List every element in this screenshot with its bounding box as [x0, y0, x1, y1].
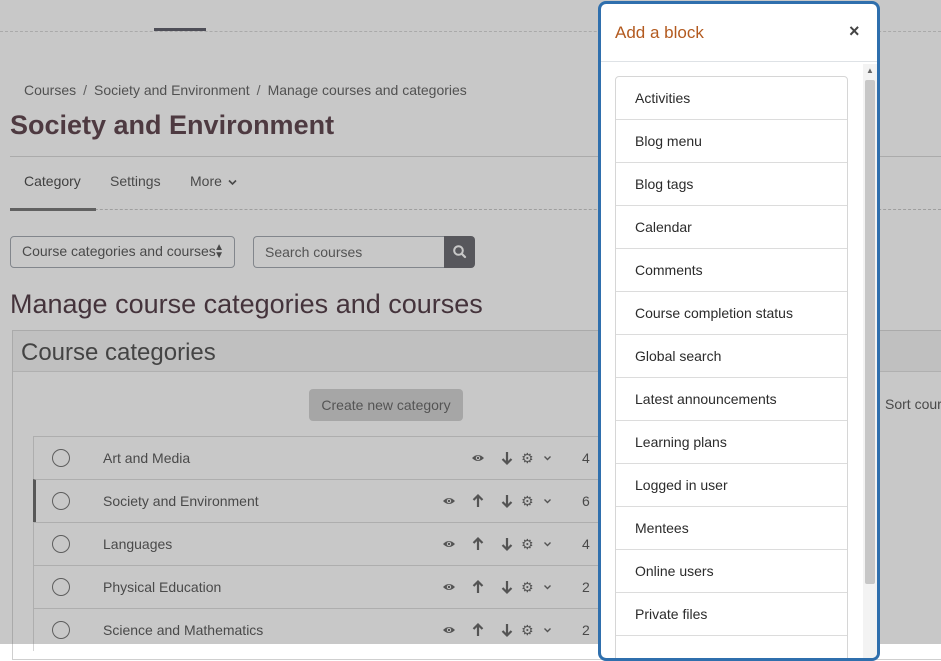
block-item-calendar[interactable]: Calendar	[616, 206, 847, 249]
block-item-course-completion-status[interactable]: Course completion status	[616, 292, 847, 335]
block-item-next[interactable]	[616, 636, 847, 658]
block-item-learning-plans[interactable]: Learning plans	[616, 421, 847, 464]
block-item-private-files[interactable]: Private files	[616, 593, 847, 636]
modal-body: Activities Blog menu Blog tags Calendar …	[601, 63, 877, 658]
block-item-logged-in-user[interactable]: Logged in user	[616, 464, 847, 507]
modal-title: Add a block	[615, 23, 704, 42]
block-item-online-users[interactable]: Online users	[616, 550, 847, 593]
scroll-up-arrow-icon[interactable]: ▲	[866, 66, 874, 75]
block-item-mentees[interactable]: Mentees	[616, 507, 847, 550]
scrollbar-thumb[interactable]	[865, 80, 875, 584]
block-item-latest-announcements[interactable]: Latest announcements	[616, 378, 847, 421]
modal-scrollbar[interactable]: ▲	[863, 64, 877, 658]
block-item-blog-tags[interactable]: Blog tags	[616, 163, 847, 206]
modal-header: Add a block ×	[601, 4, 877, 62]
block-list: Activities Blog menu Blog tags Calendar …	[615, 76, 848, 658]
add-block-modal: Add a block × Activities Blog menu Blog …	[598, 1, 880, 661]
block-item-activities[interactable]: Activities	[616, 77, 847, 120]
block-item-blog-menu[interactable]: Blog menu	[616, 120, 847, 163]
block-item-global-search[interactable]: Global search	[616, 335, 847, 378]
close-icon[interactable]: ×	[849, 21, 860, 42]
block-item-comments[interactable]: Comments	[616, 249, 847, 292]
